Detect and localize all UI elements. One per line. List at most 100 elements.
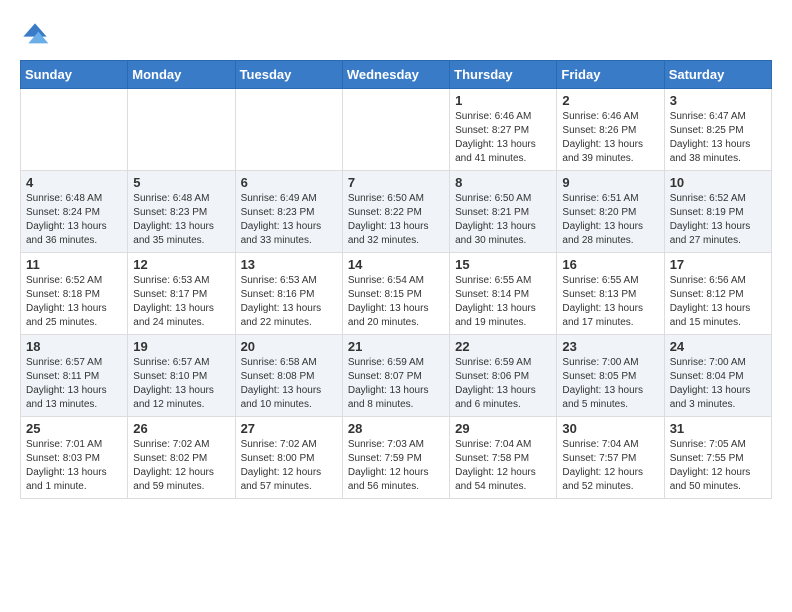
- day-number: 14: [348, 257, 444, 272]
- sunset-text: Sunset: 8:03 PM: [26, 452, 122, 466]
- day-number: 17: [670, 257, 766, 272]
- day-number: 19: [133, 339, 229, 354]
- sunrise-text: Sunrise: 6:53 AM: [241, 274, 337, 288]
- sunset-text: Sunset: 8:15 PM: [348, 288, 444, 302]
- weekday-header-wednesday: Wednesday: [342, 61, 449, 89]
- sunset-text: Sunset: 8:23 PM: [241, 206, 337, 220]
- weekday-header-tuesday: Tuesday: [235, 61, 342, 89]
- day-details: Sunrise: 6:54 AMSunset: 8:15 PMDaylight:…: [348, 274, 444, 330]
- weekday-header-thursday: Thursday: [450, 61, 557, 89]
- daylight-text: Daylight: 13 hours and 30 minutes.: [455, 220, 551, 248]
- sunset-text: Sunset: 8:05 PM: [562, 370, 658, 384]
- sunrise-text: Sunrise: 6:50 AM: [348, 192, 444, 206]
- daylight-text: Daylight: 13 hours and 41 minutes.: [455, 138, 551, 166]
- day-number: 27: [241, 421, 337, 436]
- sunset-text: Sunset: 8:25 PM: [670, 124, 766, 138]
- daylight-text: Daylight: 12 hours and 57 minutes.: [241, 466, 337, 494]
- daylight-text: Daylight: 13 hours and 5 minutes.: [562, 384, 658, 412]
- daylight-text: Daylight: 13 hours and 33 minutes.: [241, 220, 337, 248]
- week-row-2: 4Sunrise: 6:48 AMSunset: 8:24 PMDaylight…: [21, 171, 772, 253]
- day-cell: 27 Sunrise: 7:02 AMSunset: 8:00 PMDayligh…: [235, 417, 342, 499]
- day-details: Sunrise: 6:52 AMSunset: 8:18 PMDaylight:…: [26, 274, 122, 330]
- day-number: 6: [241, 175, 337, 190]
- sunrise-text: Sunrise: 6:51 AM: [562, 192, 658, 206]
- day-cell: 26Sunrise: 7:02 AMSunset: 8:02 PMDayligh…: [128, 417, 235, 499]
- day-number: 28: [348, 421, 444, 436]
- day-cell: 21Sunrise: 6:59 AMSunset: 8:07 PMDayligh…: [342, 335, 449, 417]
- sunset-text: Sunset: 8:10 PM: [133, 370, 229, 384]
- day-details: Sunrise: 6:57 AMSunset: 8:11 PMDaylight:…: [26, 356, 122, 412]
- sunrise-text: Sunrise: 7:02 AM: [241, 438, 337, 452]
- day-cell: 22Sunrise: 6:59 AMSunset: 8:06 PMDayligh…: [450, 335, 557, 417]
- logo: [20, 20, 54, 50]
- day-cell: 11 Sunrise: 6:52 AMSunset: 8:18 PMDayligh…: [21, 253, 128, 335]
- day-details: Sunrise: 6:49 AMSunset: 8:23 PMDaylight:…: [241, 192, 337, 248]
- day-cell: 31Sunrise: 7:05 AMSunset: 7:55 PMDayligh…: [664, 417, 771, 499]
- day-number: 29: [455, 421, 551, 436]
- day-details: Sunrise: 6:46 AMSunset: 8:26 PMDaylight:…: [562, 110, 658, 166]
- daylight-text: Daylight: 13 hours and 25 minutes.: [26, 302, 122, 330]
- day-cell: 15Sunrise: 6:55 AMSunset: 8:14 PMDayligh…: [450, 253, 557, 335]
- sunset-text: Sunset: 8:26 PM: [562, 124, 658, 138]
- sunrise-text: Sunrise: 6:56 AM: [670, 274, 766, 288]
- sunset-text: Sunset: 8:11 PM: [26, 370, 122, 384]
- daylight-text: Daylight: 12 hours and 54 minutes.: [455, 466, 551, 494]
- day-details: Sunrise: 7:01 AMSunset: 8:03 PMDaylight:…: [26, 438, 122, 494]
- day-cell: 1Sunrise: 6:46 AMSunset: 8:27 PMDaylight…: [450, 89, 557, 171]
- sunrise-text: Sunrise: 6:52 AM: [26, 274, 122, 288]
- daylight-text: Daylight: 12 hours and 52 minutes.: [562, 466, 658, 494]
- day-details: Sunrise: 7:00 AMSunset: 8:05 PMDaylight:…: [562, 356, 658, 412]
- day-number: 31: [670, 421, 766, 436]
- sunrise-text: Sunrise: 7:04 AM: [562, 438, 658, 452]
- day-number: 26: [133, 421, 229, 436]
- sunrise-text: Sunrise: 6:50 AM: [455, 192, 551, 206]
- day-details: Sunrise: 7:03 AMSunset: 7:59 PMDaylight:…: [348, 438, 444, 494]
- day-number: 9: [562, 175, 658, 190]
- day-details: Sunrise: 6:52 AMSunset: 8:19 PMDaylight:…: [670, 192, 766, 248]
- day-number: 11: [26, 257, 122, 272]
- sunset-text: Sunset: 8:07 PM: [348, 370, 444, 384]
- sunrise-text: Sunrise: 6:58 AM: [241, 356, 337, 370]
- day-number: 3: [670, 93, 766, 108]
- sunrise-text: Sunrise: 6:59 AM: [348, 356, 444, 370]
- day-cell: 8Sunrise: 6:50 AMSunset: 8:21 PMDaylight…: [450, 171, 557, 253]
- day-cell: 24Sunrise: 7:00 AMSunset: 8:04 PMDayligh…: [664, 335, 771, 417]
- day-number: 25: [26, 421, 122, 436]
- day-cell: 3Sunrise: 6:47 AMSunset: 8:25 PMDaylight…: [664, 89, 771, 171]
- day-number: 7: [348, 175, 444, 190]
- daylight-text: Daylight: 13 hours and 1 minute.: [26, 466, 122, 494]
- sunrise-text: Sunrise: 7:00 AM: [562, 356, 658, 370]
- day-number: 20: [241, 339, 337, 354]
- day-cell: 12Sunrise: 6:53 AMSunset: 8:17 PMDayligh…: [128, 253, 235, 335]
- daylight-text: Daylight: 13 hours and 35 minutes.: [133, 220, 229, 248]
- sunrise-text: Sunrise: 7:04 AM: [455, 438, 551, 452]
- sunrise-text: Sunrise: 6:46 AM: [455, 110, 551, 124]
- day-cell: 14 Sunrise: 6:54 AMSunset: 8:15 PMDayligh…: [342, 253, 449, 335]
- sunset-text: Sunset: 8:22 PM: [348, 206, 444, 220]
- sunrise-text: Sunrise: 7:01 AM: [26, 438, 122, 452]
- logo-icon: [20, 20, 50, 50]
- day-details: Sunrise: 6:48 AMSunset: 8:23 PMDaylight:…: [133, 192, 229, 248]
- day-cell: 5Sunrise: 6:48 AMSunset: 8:23 PMDaylight…: [128, 171, 235, 253]
- day-details: Sunrise: 7:04 AMSunset: 7:58 PMDaylight:…: [455, 438, 551, 494]
- day-number: 24: [670, 339, 766, 354]
- daylight-text: Daylight: 13 hours and 17 minutes.: [562, 302, 658, 330]
- daylight-text: Daylight: 13 hours and 28 minutes.: [562, 220, 658, 248]
- daylight-text: Daylight: 13 hours and 13 minutes.: [26, 384, 122, 412]
- daylight-text: Daylight: 13 hours and 39 minutes.: [562, 138, 658, 166]
- day-details: Sunrise: 6:51 AMSunset: 8:20 PMDaylight:…: [562, 192, 658, 248]
- sunrise-text: Sunrise: 6:55 AM: [455, 274, 551, 288]
- day-details: Sunrise: 7:02 AMSunset: 8:00 PMDaylight:…: [241, 438, 337, 494]
- daylight-text: Daylight: 13 hours and 6 minutes.: [455, 384, 551, 412]
- week-row-4: 18Sunrise: 6:57 AMSunset: 8:11 PMDayligh…: [21, 335, 772, 417]
- day-cell: [235, 89, 342, 171]
- weekday-header-saturday: Saturday: [664, 61, 771, 89]
- sunset-text: Sunset: 8:17 PM: [133, 288, 229, 302]
- sunset-text: Sunset: 8:16 PM: [241, 288, 337, 302]
- day-details: Sunrise: 6:55 AMSunset: 8:13 PMDaylight:…: [562, 274, 658, 330]
- day-cell: 6 Sunrise: 6:49 AMSunset: 8:23 PMDaylight…: [235, 171, 342, 253]
- daylight-text: Daylight: 13 hours and 8 minutes.: [348, 384, 444, 412]
- day-cell: [342, 89, 449, 171]
- day-details: Sunrise: 6:56 AMSunset: 8:12 PMDaylight:…: [670, 274, 766, 330]
- daylight-text: Daylight: 13 hours and 10 minutes.: [241, 384, 337, 412]
